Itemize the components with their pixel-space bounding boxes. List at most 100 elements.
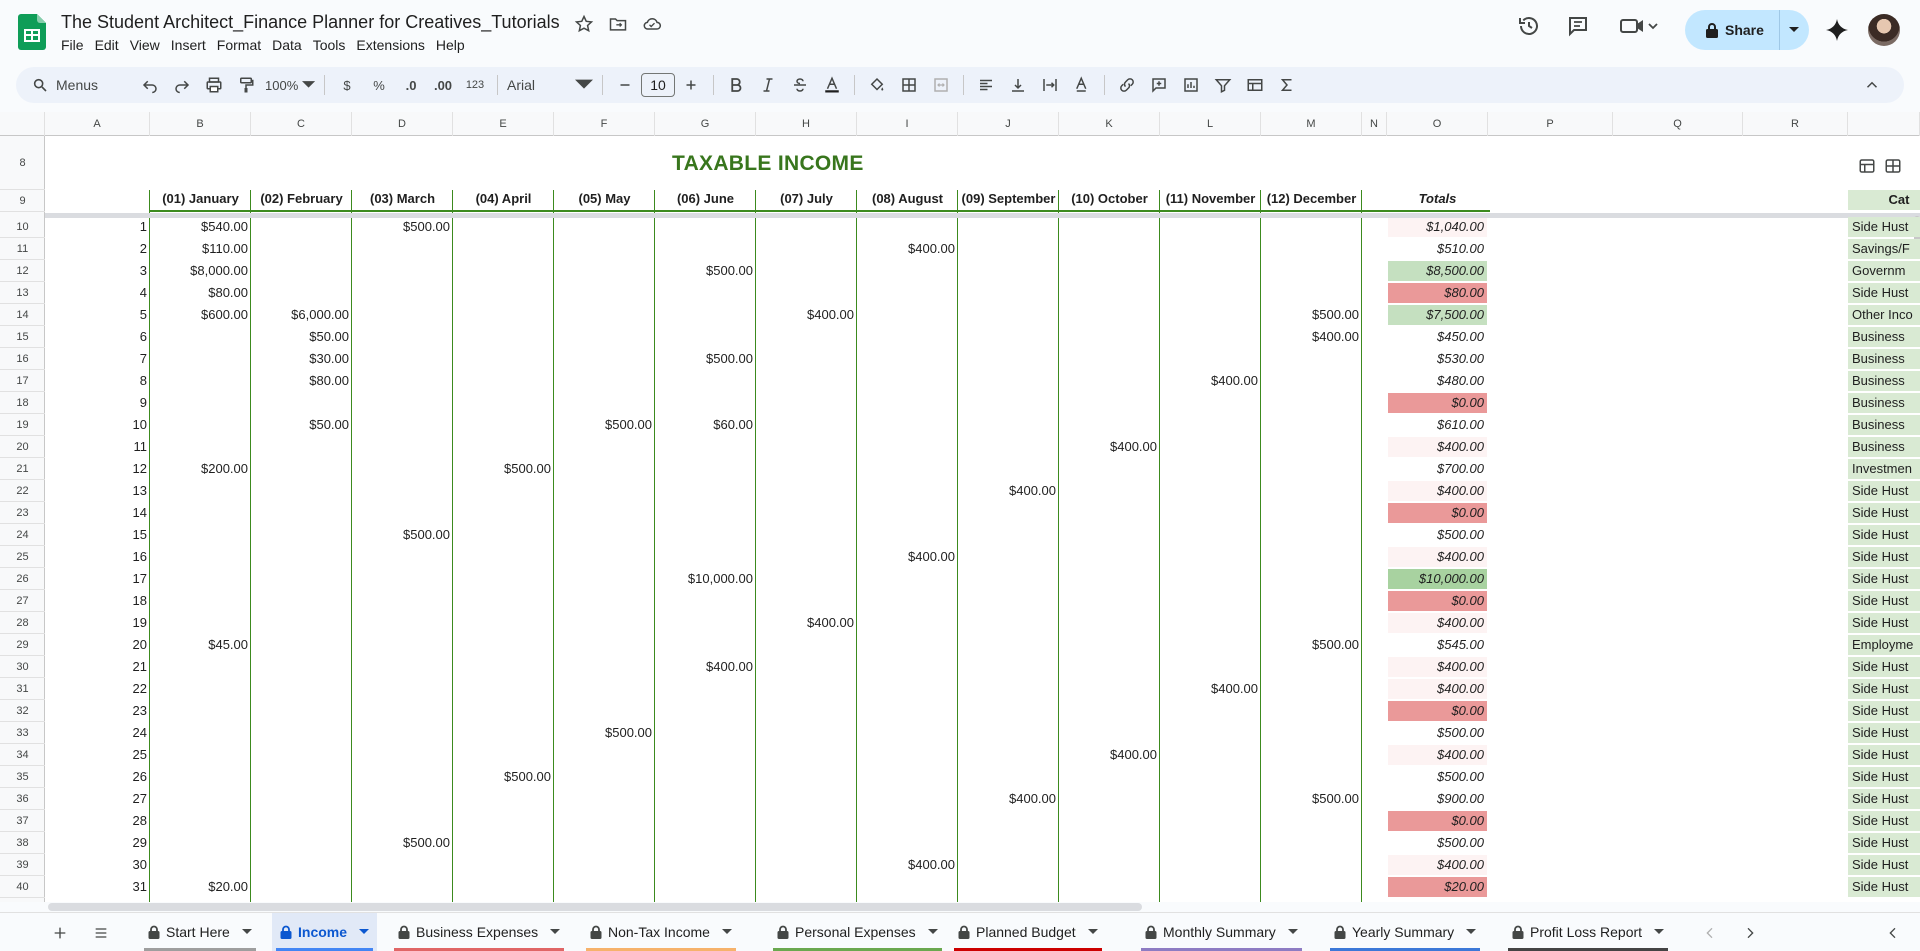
row-header[interactable]: 8 [0,136,45,190]
amount-cell[interactable]: $8,000.00 [150,260,251,282]
horizontal-align-icon[interactable] [973,71,999,99]
bold-icon[interactable] [723,71,749,99]
amount-cell[interactable]: $500.00 [1261,304,1362,326]
all-sheets-icon[interactable] [93,925,109,941]
entry-number-cell[interactable]: 25 [45,744,150,766]
column-header-n[interactable]: N [1362,112,1387,136]
row-header[interactable]: 19 [0,414,45,436]
row-header[interactable]: 13 [0,282,45,304]
increase-decimal-button[interactable]: .00 [430,71,456,99]
category-cell[interactable]: Side Hust [1848,525,1920,545]
entry-number-cell[interactable]: 28 [45,810,150,832]
row-header[interactable]: 39 [0,854,45,876]
row-header[interactable]: 35 [0,766,45,788]
menu-edit[interactable]: Edit [95,37,128,53]
column-header-g[interactable]: G [655,112,756,136]
column-header-o[interactable]: O [1387,112,1488,136]
sheet-tab-monthly-summary[interactable]: Monthly Summary [1137,913,1306,951]
chevron-down-icon[interactable] [359,929,370,935]
category-cell[interactable]: Side Hust [1848,547,1920,567]
decrease-decimal-button[interactable]: .0 [398,71,424,99]
row-header[interactable]: 31 [0,678,45,700]
entry-number-cell[interactable]: 2 [45,238,150,260]
category-cell[interactable]: Side Hust [1848,745,1920,765]
category-header[interactable]: Cat [1848,190,1920,210]
column-header-a[interactable]: A [45,112,150,136]
cloud-status-icon[interactable] [642,14,662,34]
amount-cell[interactable]: $400.00 [1059,744,1160,766]
category-cell[interactable]: Business [1848,393,1920,413]
insert-comment-icon[interactable] [1146,71,1172,99]
amount-cell[interactable]: $400.00 [857,854,958,876]
column-header-d[interactable]: D [352,112,453,136]
total-cell[interactable]: $500.00 [1388,723,1487,743]
menu-insert[interactable]: Insert [171,37,215,53]
month-header[interactable]: (12) December [1261,190,1362,208]
amount-cell[interactable]: $110.00 [150,238,251,260]
category-cell[interactable]: Side Hust [1848,811,1920,831]
category-cell[interactable]: Side Hust [1848,217,1920,237]
category-cell[interactable]: Side Hust [1848,789,1920,809]
row-header[interactable]: 27 [0,590,45,612]
menu-tools[interactable]: Tools [313,37,355,53]
amount-cell[interactable]: $400.00 [655,656,756,678]
amount-cell[interactable]: $500.00 [352,832,453,854]
total-cell[interactable]: $0.00 [1388,811,1487,831]
document-title[interactable]: The Student Architect_Finance Planner fo… [61,12,560,33]
row-header[interactable]: 11 [0,238,45,260]
row-header[interactable]: 18 [0,392,45,414]
amount-cell[interactable]: $400.00 [958,788,1059,810]
total-cell[interactable]: $400.00 [1388,679,1487,699]
menu-file[interactable]: File [61,37,93,53]
row-header[interactable]: 23 [0,502,45,524]
amount-cell[interactable]: $50.00 [251,414,352,436]
month-header[interactable]: (06) June [655,190,756,208]
total-cell[interactable]: $400.00 [1388,855,1487,875]
entry-number-cell[interactable]: 19 [45,612,150,634]
entry-number-cell[interactable]: 23 [45,700,150,722]
column-header-s[interactable] [1848,112,1920,136]
font-size-input[interactable]: 10 [641,73,675,97]
entry-number-cell[interactable]: 10 [45,414,150,436]
total-cell[interactable]: $530.00 [1388,349,1487,369]
category-cell[interactable]: Side Hust [1848,503,1920,523]
chevron-down-icon[interactable] [927,929,938,935]
gemini-icon[interactable] [1825,18,1849,42]
amount-cell[interactable]: $45.00 [150,634,251,656]
entry-number-cell[interactable]: 6 [45,326,150,348]
category-cell[interactable]: Side Hust [1848,855,1920,875]
row-header[interactable]: 24 [0,524,45,546]
share-button[interactable]: Share [1685,10,1809,50]
total-cell[interactable]: $545.00 [1388,635,1487,655]
text-wrapping-icon[interactable] [1037,71,1063,99]
entry-number-cell[interactable]: 7 [45,348,150,370]
amount-cell[interactable]: $400.00 [857,546,958,568]
amount-cell[interactable]: $60.00 [655,414,756,436]
entry-number-cell[interactable]: 8 [45,370,150,392]
chevron-down-icon[interactable] [1654,929,1665,935]
amount-cell[interactable]: $600.00 [150,304,251,326]
total-cell[interactable]: $20.00 [1388,877,1487,897]
more-formats-button[interactable]: 123 [462,71,488,99]
amount-cell[interactable]: $400.00 [756,612,857,634]
column-header-q[interactable]: Q [1613,112,1743,136]
total-cell[interactable]: $80.00 [1388,283,1487,303]
category-cell[interactable]: Side Hust [1848,613,1920,633]
entry-number-cell[interactable]: 4 [45,282,150,304]
row-header[interactable]: 37 [0,810,45,832]
total-cell[interactable]: $400.00 [1388,613,1487,633]
print-icon[interactable] [201,71,227,99]
chevron-down-icon[interactable] [550,929,561,935]
menu-data[interactable]: Data [272,37,311,53]
amount-cell[interactable]: $200.00 [150,458,251,480]
sheet-tab-start-here[interactable]: Start Here [140,913,260,951]
total-cell[interactable]: $480.00 [1388,371,1487,391]
column-header-e[interactable]: E [453,112,554,136]
chevron-down-icon[interactable] [721,929,732,935]
amount-cell[interactable]: $80.00 [251,370,352,392]
month-header[interactable]: (02) February [251,190,352,208]
menus-search[interactable]: Menus [24,71,134,99]
entry-number-cell[interactable]: 27 [45,788,150,810]
total-cell[interactable]: $500.00 [1388,833,1487,853]
column-header-h[interactable]: H [756,112,857,136]
